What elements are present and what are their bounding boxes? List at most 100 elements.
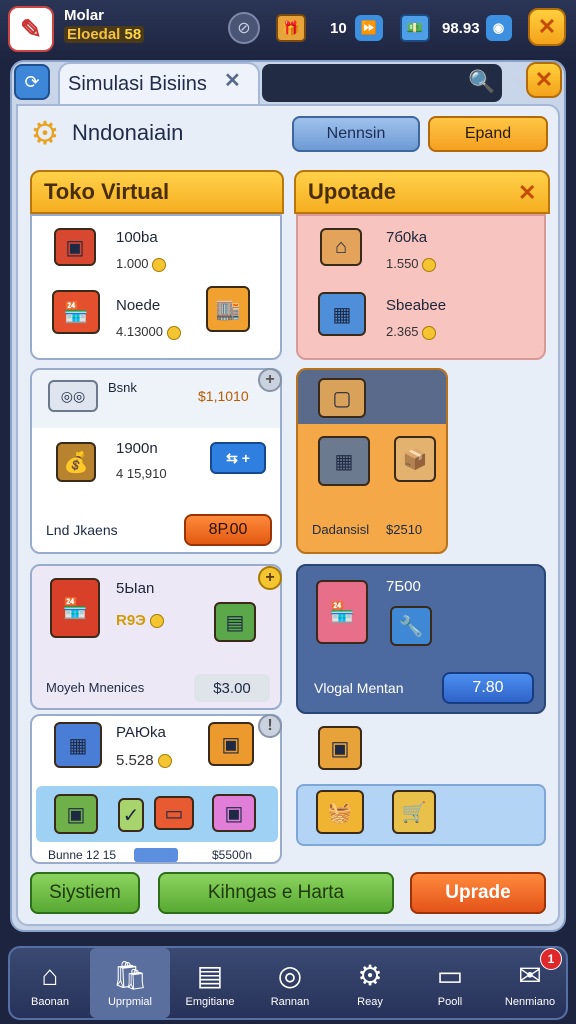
card3-label: Moyeh Mnenices	[46, 680, 145, 695]
card4-add-icon[interactable]: !	[258, 714, 282, 738]
upgrade-button[interactable]: Uprade	[410, 872, 546, 914]
pink-crate-icon: ▣	[212, 794, 256, 832]
nav-settings[interactable]: ⚙ Reay	[330, 948, 410, 1018]
coin-icon	[166, 325, 181, 340]
bank-price: $1,1010	[198, 388, 249, 404]
nav-board-label: Emgitiane	[185, 996, 235, 1008]
green-crate-small-icon: ▣	[318, 726, 362, 770]
nav-coins[interactable]: ◎ Rannan	[250, 948, 330, 1018]
sign-board-icon: ▭	[154, 796, 194, 830]
shop-bag-icon: 🛍	[112, 960, 148, 991]
upgrade-item1-price: 1.550	[386, 256, 437, 272]
card3-value-button[interactable]: $3.00	[194, 674, 270, 702]
shopping-basket-icon: 🧺	[316, 790, 364, 834]
blue-card-button[interactable]: 7.80	[442, 672, 534, 704]
orange-card-label: Dadansisl	[312, 522, 370, 537]
expand-button[interactable]: Epand	[428, 116, 548, 152]
nennsin-button[interactable]: Nennsin	[292, 116, 420, 152]
parcel-icon: 📦	[394, 436, 436, 482]
tab-title: Simulasi Bisiins	[68, 72, 207, 95]
level-badge: 58	[124, 26, 142, 43]
resource-1-value: 10	[330, 19, 347, 37]
toko-virtual-header: Toko Virtual	[30, 170, 284, 214]
resource-counter-1: 🎁 10 ⏩	[276, 10, 388, 46]
warehouse-icon: ▦	[318, 436, 370, 486]
upgrade-item2-price: 2.365	[386, 324, 437, 340]
add-resource-2-icon[interactable]: ◉	[485, 15, 512, 41]
cardboard-box-icon: ▢	[318, 378, 366, 418]
card3-price: R9Э	[116, 612, 165, 629]
notification-badge: 1	[540, 948, 562, 970]
nav-messages-label: Nenmiano	[504, 996, 556, 1008]
bank-sub-price: 4 15,910	[116, 466, 167, 481]
cash-crate-icon: ▤	[214, 602, 256, 642]
globe-icon[interactable]: ⊘	[228, 12, 260, 44]
nav-cards-label: Pooll	[437, 996, 463, 1008]
green-crate-icon: ▣	[54, 794, 98, 834]
market-stall-icon: 🏪	[316, 580, 368, 644]
upgrade-item2-name: Sbeabee	[386, 297, 447, 314]
money-bag-icon: 💰	[56, 442, 96, 482]
close-panel-button[interactable]: ✕	[526, 62, 562, 98]
card3-coin-icon[interactable]: +	[258, 566, 282, 590]
resource-counter-2: 💵 98.93 ◉	[400, 10, 518, 46]
property-button[interactable]: Kihngas e Harta	[158, 872, 394, 914]
card3-name: 5Ыаn	[116, 580, 155, 597]
section-title: Nndonaiain	[72, 120, 184, 145]
upgrade-close-icon[interactable]: ✕	[518, 180, 536, 206]
card4-footer-chip	[134, 848, 178, 862]
orange-bin-icon: ▣	[208, 722, 254, 766]
card4-footer-left: Bunne 12 15	[48, 848, 117, 862]
toko-item2-name: Noede	[116, 297, 161, 314]
add-resource-1-icon[interactable]: ⏩	[354, 15, 383, 41]
bank-sub-name: 1900n	[116, 440, 158, 457]
card-icon: ▭	[436, 960, 464, 991]
resource-2-value: 98.93	[442, 19, 480, 37]
search-icon[interactable]: 🔍	[464, 64, 500, 100]
shop-stall-icon: 🏪	[50, 578, 100, 638]
nav-board[interactable]: ▤ Emgitiane	[170, 948, 250, 1018]
player-name: Molar	[64, 7, 105, 24]
gear-icon: ⚙	[357, 960, 383, 991]
system-button[interactable]: Siystiem	[30, 872, 140, 914]
message-icon: ✉	[518, 960, 542, 991]
toko-item1-price: 1.000	[116, 256, 167, 272]
board-icon: ▤	[196, 960, 224, 991]
coin-icon	[422, 325, 437, 340]
coin-icon	[157, 754, 172, 769]
red-crate-icon: ▣	[54, 228, 96, 266]
nav-shop[interactable]: 🛍 Uprpmial	[90, 948, 170, 1018]
nav-home-label: Baonan	[31, 996, 69, 1008]
gear-icon: ⚙	[30, 115, 60, 151]
coin-icon	[150, 614, 165, 629]
toko-item1-name: 100ba	[116, 229, 158, 246]
bank-action-button[interactable]: 8Р.00	[184, 514, 272, 546]
coin-icon	[422, 257, 437, 272]
nav-home[interactable]: ⌂ Baonan	[10, 948, 90, 1018]
blue-house-icon: ▦	[54, 722, 102, 768]
gift-shop-icon: 🏪	[52, 290, 100, 334]
transfer-toggle[interactable]: ⇆ +	[210, 442, 266, 474]
card4-footer-right: $5500n	[212, 848, 253, 862]
nav-shop-label: Uprpmial	[107, 996, 152, 1008]
storefront-icon[interactable]: 🏬	[206, 286, 250, 332]
bottom-nav: ⌂ Baonan 🛍 Uprpmial ▤ Emgitiane ◎ Rannan ⚙ Re…	[8, 946, 568, 1020]
refresh-icon[interactable]: ⟳	[14, 64, 50, 100]
tools-icon: 🔧	[390, 606, 432, 646]
card4-price: 5.528	[116, 752, 172, 769]
card4-name: PAЮka	[116, 724, 166, 741]
app-logo: ✎	[8, 6, 54, 52]
house-crate-icon: ⌂	[320, 228, 362, 266]
bank-add-icon[interactable]: +	[258, 368, 282, 392]
treasure-chest-icon: 🎁	[276, 14, 306, 42]
orange-card-price: $2510	[386, 522, 423, 537]
blue-card-label: Vlogal Mentan	[314, 680, 404, 696]
blue-card-name: 7Б00	[386, 578, 421, 595]
check-box-icon: ✓	[118, 798, 144, 832]
close-top-button[interactable]: ✕	[528, 8, 566, 46]
toko-item2-price: 4.13000	[116, 324, 181, 340]
tab-close-icon[interactable]: ✕	[224, 68, 241, 93]
blue-building-icon: ▦	[318, 292, 366, 336]
bank-machine-icon: ◎◎	[48, 380, 98, 412]
nav-cards[interactable]: ▭ Pooll	[410, 948, 490, 1018]
